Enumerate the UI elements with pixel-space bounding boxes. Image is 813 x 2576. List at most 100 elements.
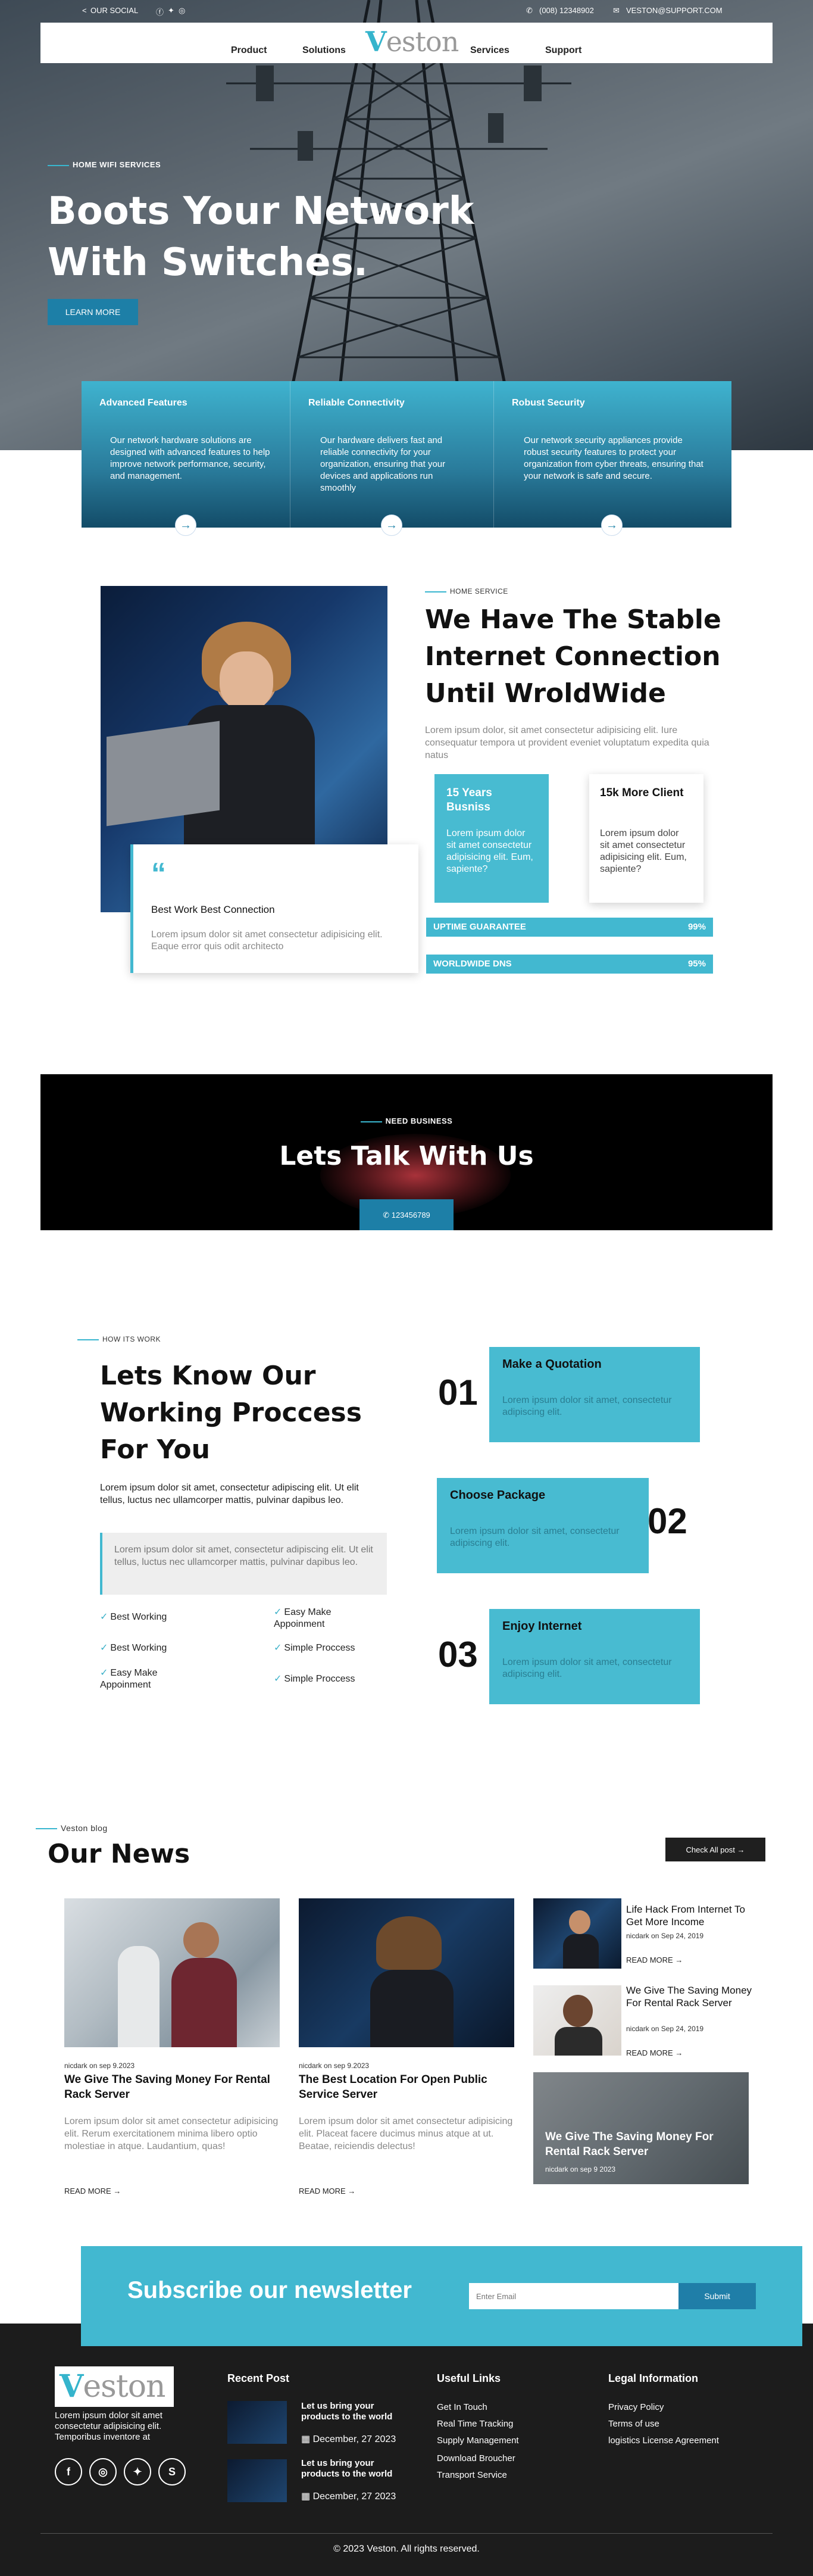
stat-card: 15k More Client Lorem ipsum dolor sit am… [589,774,703,903]
overlay-news-card[interactable]: We Give The Saving Money For Rental Rack… [533,2072,749,2184]
news-meta: nicdark on sep 9.2023 [299,2062,370,2070]
facebook-icon[interactable]: ⓕ [156,6,164,17]
nav-support[interactable]: Support [545,45,581,56]
recent-post-title[interactable]: Let us bring your products to the world [301,2458,408,2480]
footer-logo[interactable]: Veston [55,2366,174,2407]
newsletter-email-input[interactable] [469,2283,678,2309]
recent-post-thumb[interactable] [227,2401,287,2444]
cta-eyebrow: NEED BUSINESS [40,1116,773,1127]
side-news-meta: nicdark on Sep 24, 2019 [626,2025,704,2033]
arrow-right-icon[interactable]: → [175,514,196,536]
arrow-right-icon: → [675,2048,683,2057]
footer-link[interactable]: Real Time Tracking [437,2419,513,2429]
recent-post-heading: Recent Post [227,2372,290,2384]
newsletter-submit-button[interactable]: Submit [678,2283,756,2309]
cta-title: Lets Talk With Us [279,1141,534,1171]
twitter-icon[interactable]: ✦ [124,2458,151,2485]
progress-bar-uptime: UPTIME GUARANTEE 99% [426,918,713,937]
footer: Veston Lorem ipsum dolor sit amet consec… [0,2324,813,2576]
nav-product[interactable]: Product [231,45,267,56]
learn-more-button[interactable]: LEARN MORE [48,299,138,325]
step-number: 02 [648,1501,687,1541]
news-title[interactable]: We Give The Saving Money For Rental Rack… [64,2072,284,2102]
footer-link[interactable]: Transport Service [437,2470,507,2480]
progress-bar-dns: WORLDWIDE DNS 95% [426,955,713,974]
stat-text: Lorem ipsum dolor sit amet consectetur a… [446,828,533,874]
check-item: ✓ Simple Proccess [274,1643,355,1653]
side-news-image[interactable] [533,1985,621,2056]
footer-link[interactable]: Privacy Policy [608,2402,664,2412]
recent-post-date: ▦ December, 27 2023 [301,2434,396,2444]
footer-link[interactable]: logistics License Agreement [608,2435,719,2446]
step-card: Make a Quotation Lorem ipsum dolor sit a… [489,1347,700,1442]
arrow-right-icon: → [113,2187,121,2195]
feature-card: Reliable Connectivity Our hardware deliv… [290,381,493,536]
check-icon: ✓ [274,1643,282,1653]
read-more-link[interactable]: READ MORE → [64,2187,121,2195]
recent-post-thumb[interactable] [227,2459,287,2502]
check-item: ✓ Best Working [100,1643,167,1653]
newsletter-title: Subscribe our newsletter [127,2277,412,2303]
step-title: Choose Package [450,1489,546,1502]
nav-solutions[interactable]: Solutions [302,45,346,56]
check-icon: ✓ [100,1668,108,1678]
top-bar: < OUR SOCIAL ⓕ ✦ ◎ ✆ (008) 12348902 ✉ VE… [0,6,813,18]
footer-link[interactable]: Get In Touch [437,2402,487,2412]
check-icon: ✓ [100,1643,108,1653]
step-text: Lorem ipsum dolor sit amet, consectetur … [502,1395,672,1417]
footer-link[interactable]: Terms of use [608,2419,659,2429]
feature-card: Robust Security Our network security app… [493,381,731,536]
side-news-meta: nicdark on Sep 24, 2019 [626,1932,704,1940]
step-title: Make a Quotation [502,1358,602,1371]
news-image-server[interactable] [299,1898,514,2047]
side-news-title[interactable]: We Give The Saving Money For Rental Rack… [626,1984,753,2009]
news-meta: nicdark on sep 9.2023 [64,2062,135,2070]
instagram-icon[interactable]: ◎ [179,6,185,15]
news-title[interactable]: The Best Location For Open Public Servic… [299,2072,515,2102]
arrow-right-icon: → [675,1956,683,1964]
quote-text: Lorem ipsum dolor sit amet consectetur a… [151,930,383,952]
read-more-link[interactable]: READ MORE → [626,1956,683,1964]
arrow-right-icon[interactable]: → [601,514,623,536]
twitter-icon[interactable]: ✦ [168,6,174,15]
arrow-right-icon[interactable]: → [381,514,402,536]
feature-card: Advanced Features Our network hardware s… [82,381,290,536]
skype-icon[interactable]: S [158,2458,186,2485]
instagram-icon[interactable]: ◎ [89,2458,117,2485]
newsletter-section: Subscribe our newsletter Submit [81,2246,802,2346]
footer-link[interactable]: Download Broucher [437,2453,515,2463]
quote-icon: “ [151,857,166,890]
step-number: 03 [438,1635,478,1674]
call-button[interactable]: ✆ 123456789 [359,1199,454,1230]
step-card: Choose Package Lorem ipsum dolor sit ame… [437,1478,649,1573]
hero-title: Boots Your Network With Switches. [48,189,474,285]
about-text: Lorem ipsum dolor, sit amet consectetur … [425,725,709,760]
side-news-image[interactable] [533,1898,621,1969]
check-all-posts-button[interactable]: Check All post → [665,1838,765,1861]
feature-title: Advanced Features [99,398,187,408]
news-excerpt: Lorem ipsum dolor sit amet consectetur a… [299,2116,513,2151]
main-navigation: Product Solutions Veston Services Suppor… [40,23,773,63]
share-icon: < [82,6,87,15]
email-address[interactable]: VESTON@SUPPORT.COM [626,6,723,15]
footer-link[interactable]: Supply Management [437,2435,519,2446]
phone-number[interactable]: (008) 12348902 [539,6,594,15]
stat-text: Lorem ipsum dolor sit amet consectetur a… [600,828,687,874]
step-title: Enjoy Internet [502,1620,582,1633]
site-logo[interactable]: Veston [365,26,459,58]
arrow-right-icon: → [348,2187,356,2195]
feature-title: Reliable Connectivity [308,398,405,408]
facebook-icon[interactable]: f [55,2458,82,2485]
read-more-link[interactable]: READ MORE → [626,2048,683,2057]
check-item: ✓ Easy Make Appoinment [274,1607,332,1629]
social-label: OUR SOCIAL [90,6,139,15]
recent-post-title[interactable]: Let us bring your products to the world [301,2401,408,2422]
nav-services[interactable]: Services [470,45,509,56]
side-news-title[interactable]: Life Hack From Internet To Get More Inco… [626,1903,753,1928]
cta-band: NEED BUSINESS Lets Talk With Us ✆ 123456… [40,1074,773,1230]
stat-title: 15k More Client [600,787,684,799]
news-image-meeting[interactable] [64,1898,280,2047]
overlay-news-title: We Give The Saving Money For Rental Rack… [545,2131,714,2158]
read-more-link[interactable]: READ MORE → [299,2187,355,2195]
process-eyebrow: HOW ITS WORK [77,1334,161,1345]
